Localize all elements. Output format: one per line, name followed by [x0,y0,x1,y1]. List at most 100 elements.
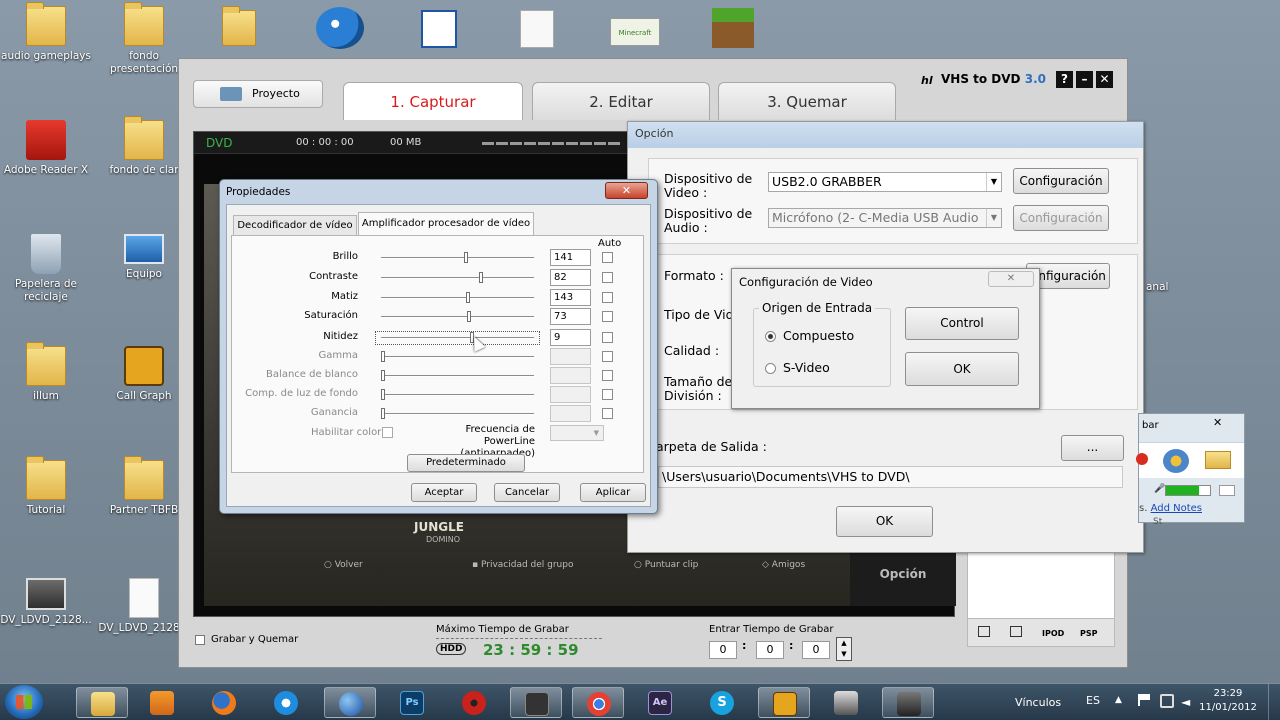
folder-icon[interactable] [222,6,256,46]
option-ok-button[interactable]: OK [836,506,933,537]
taskbar-skype[interactable]: S [696,687,748,718]
auto-checkbox[interactable] [602,370,613,381]
volume-icon[interactable]: ◄ [1181,695,1190,709]
links-toolbar[interactable]: Vínculos [1015,696,1061,709]
desktop-icon-call-graph[interactable]: Call Graph [98,346,190,403]
tab-amplificador[interactable]: Amplificador procesador de vídeo [358,212,534,236]
auto-checkbox[interactable] [602,311,613,322]
property-slider[interactable] [381,277,534,279]
media-center-icon[interactable] [316,7,364,49]
taskbar-explorer[interactable] [76,687,128,718]
property-value-field[interactable] [550,367,591,384]
enter-seconds-field[interactable]: 0 [802,641,830,659]
close-button[interactable]: ✕ [1096,71,1113,88]
auto-checkbox[interactable] [602,292,613,303]
output-path-field[interactable]: \Users\usuario\Documents\VHS to DVD\ [658,466,1123,488]
desktop-icon-illum[interactable]: illum [0,342,92,403]
property-value-field[interactable]: 82 [550,269,591,286]
taskbar-globe[interactable] [324,687,376,718]
desktop-icon-partner-tbfb[interactable]: Partner TBFB [98,456,190,517]
enter-minutes-field[interactable]: 0 [756,641,784,659]
tab-decodificador[interactable]: Decodificador de vídeo [233,215,357,235]
minimize-button[interactable]: – [1076,71,1093,88]
slider-thumb[interactable] [464,252,469,263]
desktop-icon-blank-file[interactable]: DV_LDVD_2128... [98,578,190,635]
taskbar-ie[interactable] [260,687,312,718]
audio-device-select[interactable]: Micrófono (2- C-Media USB Audio ▼ [768,208,1002,228]
menu-item-amigos[interactable]: ◇ Amigos [762,560,805,570]
taskbar-scanner[interactable] [820,687,872,718]
help-button[interactable]: ? [1056,71,1073,88]
enter-hours-field[interactable]: 0 [709,641,737,659]
property-slider[interactable] [381,413,534,415]
property-slider[interactable] [381,297,534,299]
property-value-field[interactable]: 143 [550,289,591,306]
tab-quemar[interactable]: 3. Quemar [718,82,896,120]
menu-item-puntuar[interactable]: ○ Puntuar clip [634,560,698,570]
tab-editar[interactable]: 2. Editar [532,82,710,120]
property-slider[interactable] [375,331,540,345]
burn-checkbox[interactable] [195,635,205,645]
auto-checkbox[interactable] [602,389,613,400]
property-value-field[interactable] [550,386,591,403]
video-config-ok-button[interactable]: OK [905,352,1019,386]
property-slider[interactable] [381,394,534,396]
desktop-icon-audio-gameplays[interactable]: audio gameplays [0,2,92,63]
taskbar-call-graph[interactable] [758,687,810,718]
property-slider[interactable] [381,356,534,358]
psp-icon[interactable]: PSP [1080,629,1098,638]
ipod-icon[interactable]: IPOD [1042,629,1064,638]
slider-thumb[interactable] [381,351,385,362]
auto-checkbox[interactable] [602,272,613,283]
auto-checkbox[interactable] [602,332,613,343]
slider-thumb[interactable] [467,311,472,322]
project-button[interactable]: Proyecto [193,80,323,108]
add-notes-link[interactable]: Add Notes [1151,503,1202,514]
auto-checkbox[interactable] [602,252,613,263]
show-hidden-icons[interactable]: ▲ [1115,695,1122,705]
show-desktop-button[interactable] [1268,684,1280,720]
video-device-select[interactable]: USB2.0 GRABBER ▼ [768,172,1002,192]
desktop-icon-adobe-reader[interactable]: Adobe Reader X [0,120,92,177]
desktop-icon-equipo[interactable]: Equipo [98,234,190,281]
remove-clip-icon[interactable] [1010,626,1022,637]
taskbar-app[interactable] [510,687,562,718]
slider-thumb[interactable] [381,389,385,400]
video-config-button[interactable]: Configuración [1013,168,1109,194]
apply-button[interactable]: Aplicar [580,483,646,502]
desktop-icon-tutorial[interactable]: Tutorial [0,456,92,517]
close-icon[interactable]: ✕ [605,182,648,199]
accept-button[interactable]: Aceptar [411,483,477,502]
svideo-radio[interactable] [765,363,776,374]
menu-item-privacidad[interactable]: ▪ Privacidad del grupo [472,560,573,570]
desktop-icon-video-file[interactable]: DV_LDVD_2128... [0,578,92,627]
audio-config-button[interactable]: Configuración [1013,205,1109,231]
record-icon[interactable] [1136,453,1148,465]
property-slider[interactable] [381,257,534,259]
desktop-icon-fondo-presentacion[interactable]: fondo presentación [98,2,190,76]
slider-thumb[interactable] [381,408,385,419]
tab-capturar[interactable]: 1. Capturar [343,82,523,120]
control-button[interactable]: Control [905,307,1019,340]
minecraft-launcher-icon[interactable]: Minecraft [610,18,660,46]
start-button[interactable] [5,685,43,719]
mic-volume-field[interactable] [1219,485,1235,496]
auto-checkbox[interactable] [602,351,613,362]
taskbar-media-player[interactable] [136,687,188,718]
property-value-field[interactable]: 9 [550,329,591,346]
desktop-icon-recycle-bin[interactable]: Papelera de reciclaje [0,234,92,304]
auto-checkbox[interactable] [602,408,613,419]
default-button[interactable]: Predeterminado [407,454,525,472]
add-clip-icon[interactable] [978,626,990,637]
taskbar-after-effects[interactable]: Ae [634,687,686,718]
cancel-button[interactable]: Cancelar [494,483,560,502]
time-stepper[interactable]: ▲ ▼ [836,637,852,661]
property-value-field[interactable]: 73 [550,308,591,325]
taskbar-ladybug[interactable] [448,687,500,718]
network-icon[interactable] [1160,694,1174,708]
clock[interactable]: 23:29 11/01/2012 [1195,687,1261,715]
slider-thumb[interactable] [465,292,470,303]
property-value-field[interactable] [550,348,591,365]
webcam-icon[interactable] [1163,449,1189,473]
desktop-icon-fondo-de-clar[interactable]: fondo de clar [98,116,190,177]
